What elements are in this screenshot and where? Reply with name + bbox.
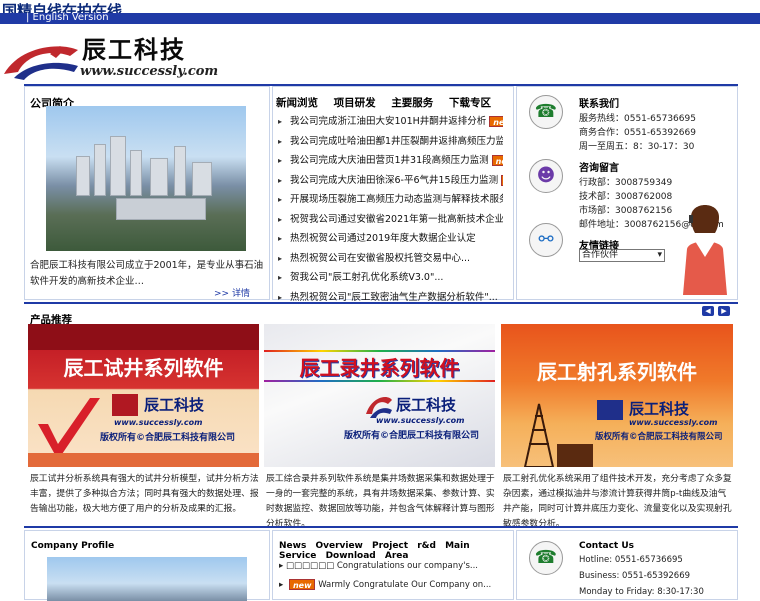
prev-arrow-icon[interactable]: ◀ [702, 306, 714, 316]
english-news-tabs: News Overview Project r&d Main Service D… [279, 541, 513, 561]
message-title: 咨询留言 [579, 163, 619, 174]
news-item[interactable]: 我公司完成吐哈油田鄯1井压裂酮井返排高频压力监测new [278, 132, 503, 152]
phone-icon: ☎ [529, 95, 563, 129]
contact-title: 联系我们 [579, 99, 619, 110]
chat-icon: ☻ [529, 159, 563, 193]
contact-hours: 周一至周五：8：30-17：30 [579, 142, 695, 152]
product-url: www.successly.com [376, 416, 465, 425]
tab-download-area[interactable]: Download Area [326, 551, 409, 561]
news-list: 我公司完成浙江油田大安101H井酮井返排分析new 我公司完成吐哈油田鄯1井压裂… [278, 112, 503, 307]
news-item[interactable]: 我公司完成浙江油田大安101H井酮井返排分析new [278, 112, 503, 132]
top-nav-bar [0, 13, 760, 24]
english-hours: Monday to Friday: 8:30-17:30 [579, 587, 704, 597]
news-item[interactable]: 热烈祝贺公司通过2019年度大数据企业认定 [278, 229, 503, 249]
tab-news[interactable]: 新闻浏览 [276, 97, 318, 109]
customer-service-illustration [683, 205, 727, 295]
product-copyright: 版权所有©合肥辰工科技有限公司 [100, 433, 236, 443]
new-badge: new [501, 174, 503, 186]
news-item[interactable]: 我公司完成大庆油田徐深6-平6气井15段压力监测new [278, 171, 503, 191]
contact-hotline: 服务热线：0551-65736695 [579, 114, 696, 124]
logo-url: www.successly.com [80, 64, 219, 79]
next-arrow-icon[interactable]: ▶ [718, 306, 730, 316]
logo-chinese-name: 辰工科技 [82, 35, 186, 64]
tab-project-rd[interactable]: Project r&d [372, 541, 436, 551]
news-tabs: 新闻浏览 项目研发 主要服务 下载专区 [276, 95, 503, 110]
product-url: www.successly.com [629, 418, 718, 427]
oil-rig-icon [523, 403, 593, 467]
new-badge: new [288, 579, 316, 590]
product-desc: 辰工试井分析系统具有强大的试井分析模型，试井分析方法丰富，提供了多种拟合方法；同… [30, 474, 259, 514]
company-building-photo [46, 106, 246, 251]
logo-swoosh-icon [4, 46, 78, 80]
tab-research[interactable]: 项目研发 [334, 97, 376, 109]
contact-panel: ☎ 联系我们 服务热线：0551-65736695 商务合作：0551-6539… [516, 86, 738, 300]
news-item[interactable]: 贺我公司"辰工射孔优化系统V3.0"... [278, 268, 503, 288]
english-hotline: Hotline: 0551-65736695 [579, 555, 683, 565]
share-icon: ⚯ [529, 223, 563, 257]
contact-market[interactable]: 市场部：3008762156 [579, 203, 672, 216]
section-divider [24, 302, 738, 304]
product-desc: 辰工射孔优化系统采用了组件技术开发，充分考虑了众多复杂因素，通过模拟油井与渗流计… [503, 474, 732, 529]
english-version-link[interactable]: | English Version [26, 12, 109, 23]
news-item[interactable]: 开展现场压裂施工高频压力动态监测与解释技术服务 [278, 190, 503, 210]
english-news-item[interactable]: ▸ new Warmly Congratulate Our Company on… [279, 579, 491, 590]
news-item[interactable]: 我公司完成大庆油田营页1井31段高频压力监测new [278, 151, 503, 171]
english-business: Business: 0551-65392669 [579, 571, 691, 581]
product-desc: 辰工综合录井系列软件系统是集井场数据采集和数据处理于一身的一套完整的系统，具有井… [266, 474, 495, 529]
english-company-title: Company Profile [31, 541, 115, 551]
contact-admin[interactable]: 行政部：3008759349 [579, 175, 672, 188]
product-name: 辰工试井系列软件 [63, 356, 224, 380]
product-card-logging[interactable]: 辰工录井系列软件 辰工科技 www.successly.com 版权所有©合肥辰… [264, 324, 495, 467]
product-brand: 辰工科技 [396, 396, 457, 414]
links-select[interactable]: 合作伙伴 [579, 249, 665, 262]
product-card-well-test[interactable]: 辰工试井系列软件 辰工科技 www.successly.com 版权所有©合肥辰… [28, 324, 259, 467]
news-item[interactable]: 祝贺我公司通过安徽省2021年第一批高新技术企业认定 [278, 210, 503, 230]
tab-news-overview[interactable]: News Overview [279, 541, 363, 551]
english-phone-icon: ☎ [529, 541, 563, 575]
product-brand: 辰工科技 [144, 396, 205, 414]
tab-services[interactable]: 主要服务 [391, 97, 433, 109]
tab-downloads[interactable]: 下载专区 [449, 97, 491, 109]
english-company-panel: Company Profile [24, 530, 270, 601]
news-item[interactable]: 热烈祝贺公司在安徽省股权托管交易中心... [278, 249, 503, 269]
english-company-photo [47, 557, 247, 601]
top-header: 国精自线在拍在线 | English Version [0, 0, 760, 26]
new-badge: new [491, 155, 503, 166]
company-more-link[interactable]: >> 详情 [214, 286, 250, 299]
news-item[interactable]: 热烈祝贺公司"辰工致密油气生产数据分析软件"... [278, 288, 503, 308]
english-section-divider [24, 526, 738, 528]
product-brand: 辰工科技 [629, 400, 690, 418]
contact-tech[interactable]: 技术部：3008762008 [579, 189, 672, 202]
product-name: 辰工录井系列软件 [299, 356, 460, 380]
product-copyright: 版权所有©合肥辰工科技有限公司 [595, 432, 723, 442]
product-name: 辰工射孔系列软件 [537, 360, 697, 384]
product-card-perforation[interactable]: 辰工射孔系列软件 辰工科技 www.successly.com 版权所有©合肥辰… [501, 324, 733, 467]
english-contact-title: Contact Us [579, 541, 635, 551]
company-logo[interactable]: 辰工科技 www.successly.com [0, 28, 220, 88]
product-url: www.successly.com [114, 418, 203, 427]
english-news-item[interactable]: ▸ □□□□□□ Congratulations our company's..… [279, 561, 478, 571]
english-news-panel: News Overview Project r&d Main Service D… [272, 530, 514, 600]
new-badge: new [489, 116, 503, 127]
contact-business: 商务合作：0551-65392669 [579, 128, 696, 138]
english-contact-panel: ☎ Contact Us Hotline: 0551-65736695 Busi… [516, 530, 738, 600]
product-copyright: 版权所有©合肥辰工科技有限公司 [344, 431, 480, 441]
